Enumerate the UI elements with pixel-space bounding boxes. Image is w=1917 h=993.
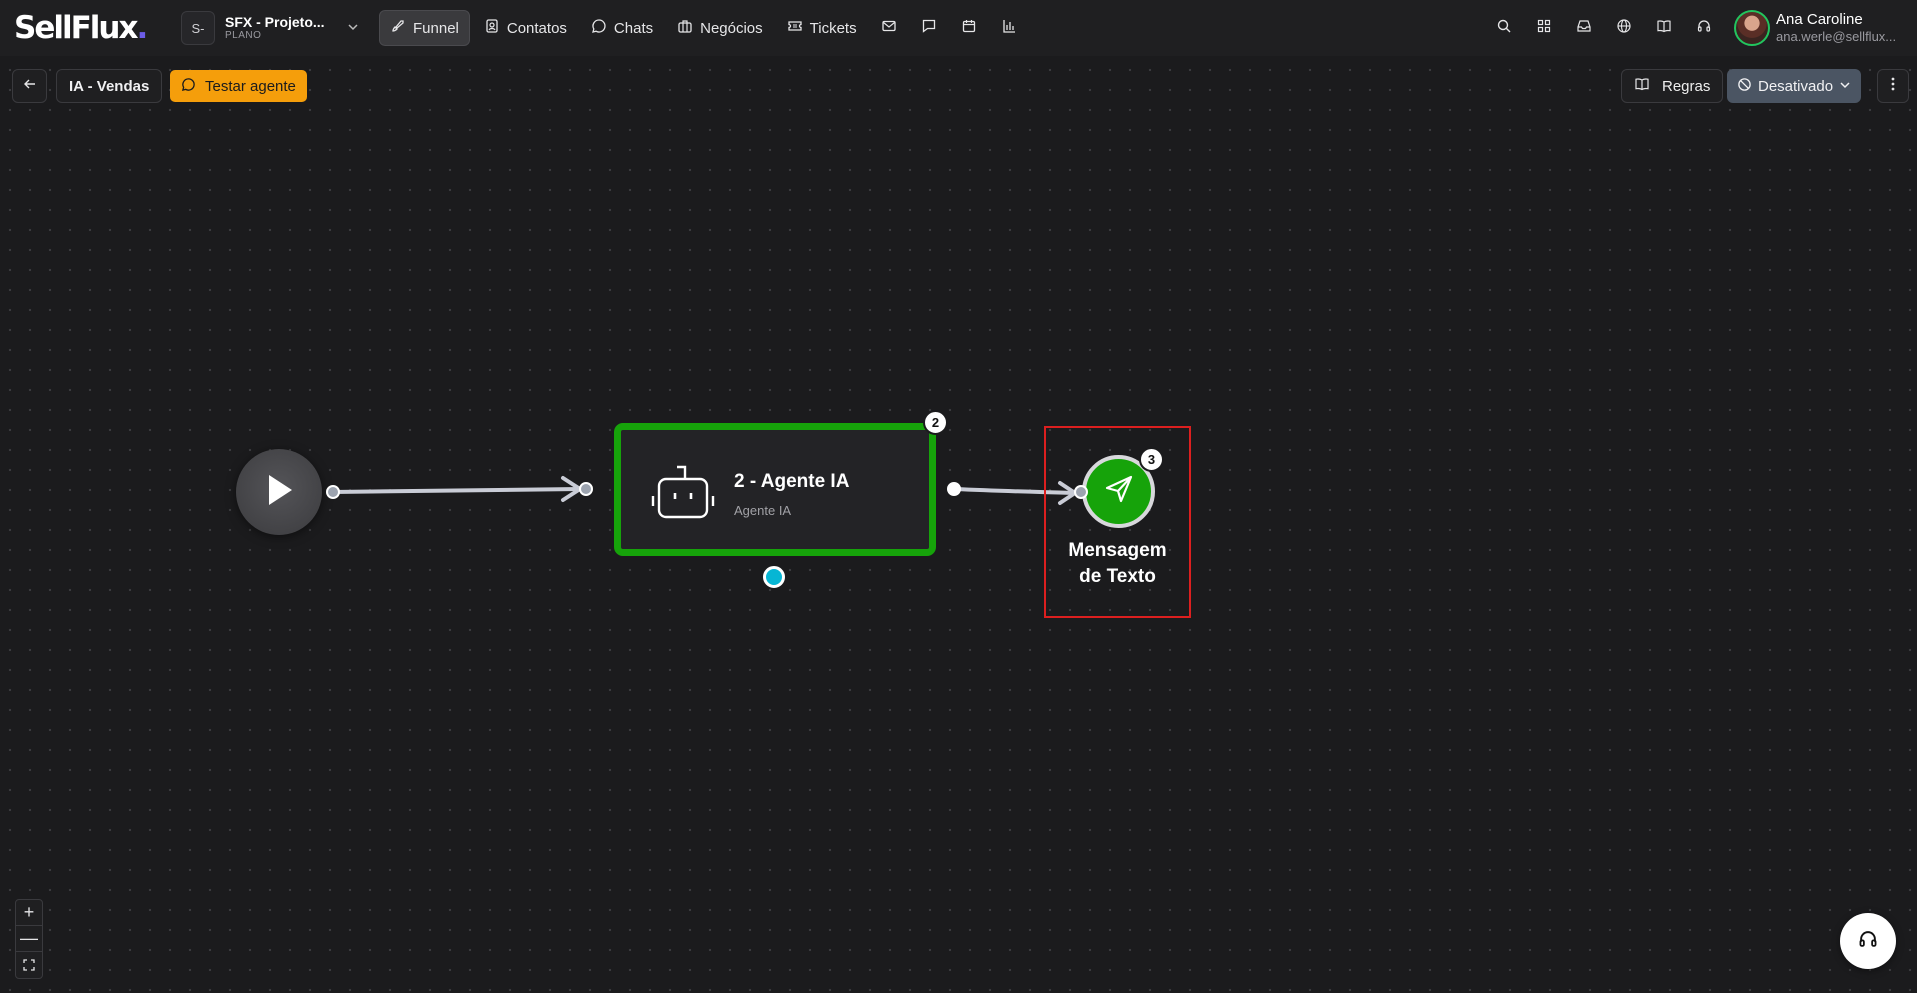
user-email: ana.werle@sellflux... <box>1776 29 1897 45</box>
nav-tickets[interactable]: Tickets <box>777 10 867 46</box>
flow-name[interactable]: IA - Vendas <box>56 69 163 103</box>
status-dropdown[interactable]: Desativado <box>1727 69 1862 103</box>
ban-icon <box>1737 77 1752 96</box>
main-nav: Funnel Contatos Chats Negócios Tickets <box>379 10 1027 46</box>
globe-icon <box>1616 18 1632 39</box>
briefcase-icon <box>677 18 693 38</box>
message-node-badge: 3 <box>1139 447 1164 472</box>
project-selector[interactable]: S- SFX - Projeto... PLANO <box>181 11 359 45</box>
nav-calendar[interactable] <box>951 10 987 46</box>
arrow-left-icon <box>23 77 37 96</box>
chevron-down-icon <box>347 21 359 36</box>
chat-bubble-icon <box>181 77 196 96</box>
bar-chart-icon <box>1001 18 1017 38</box>
search-icon <box>1496 18 1512 39</box>
agent-node-badge: 2 <box>923 410 948 435</box>
top-navigation-bar: SellFlux. S- SFX - Projeto... PLANO Funn… <box>0 0 1917 56</box>
fullscreen-icon <box>23 955 35 976</box>
project-plan: PLANO <box>225 30 262 42</box>
search-button[interactable] <box>1488 12 1520 44</box>
inbox-button[interactable] <box>1568 12 1600 44</box>
zoom-controls: + — <box>15 899 43 979</box>
project-name: SFX - Projeto... <box>225 13 325 30</box>
apps-grid-icon <box>1536 18 1552 39</box>
user-menu[interactable]: Ana Caroline ana.werle@sellflux... <box>1734 10 1896 46</box>
edge-arrow-1 <box>561 476 584 502</box>
start-output-handle[interactable] <box>326 485 340 499</box>
nav-chats[interactable]: Chats <box>581 10 663 46</box>
docs-button[interactable] <box>1648 12 1680 44</box>
inbox-icon <box>1576 18 1592 39</box>
message-input-handle[interactable] <box>1074 485 1088 499</box>
support-button-header[interactable] <box>1688 12 1720 44</box>
more-vertical-icon <box>1891 77 1895 96</box>
headset-icon <box>1857 928 1879 955</box>
agent-output-handle[interactable] <box>947 482 961 496</box>
apps-button[interactable] <box>1528 12 1560 44</box>
message-node-label: Mensagem de Texto <box>1068 540 1167 587</box>
back-button[interactable] <box>12 69 47 103</box>
nav-negocios[interactable]: Negócios <box>667 10 773 46</box>
header-actions <box>1488 12 1720 44</box>
agent-node-title: 2 - Agente IA <box>734 471 850 492</box>
rules-button[interactable]: Regras <box>1621 69 1724 103</box>
headset-icon <box>1696 18 1712 39</box>
avatar <box>1734 10 1770 46</box>
play-icon <box>263 472 295 513</box>
user-name: Ana Caroline <box>1776 11 1863 29</box>
zoom-in-button[interactable]: + <box>16 900 42 926</box>
start-node[interactable] <box>236 449 322 535</box>
agent-ia-node[interactable]: 2 - Agente IA Agente IA <box>614 423 936 556</box>
sellflux-logo[interactable]: SellFlux. <box>14 10 148 46</box>
rocket-icon <box>390 18 406 38</box>
message-square-icon <box>921 18 937 38</box>
test-agent-button[interactable]: Testar agente <box>170 70 307 102</box>
support-chat-button[interactable] <box>1840 913 1896 969</box>
chevron-down-icon <box>1839 78 1851 95</box>
robot-icon <box>651 463 715 521</box>
fit-view-button[interactable] <box>16 952 42 978</box>
calendar-icon <box>961 18 977 38</box>
agent-node-subtitle: Agente IA <box>734 503 792 518</box>
language-button[interactable] <box>1608 12 1640 44</box>
mail-icon <box>881 18 897 38</box>
nav-funnel[interactable]: Funnel <box>379 10 470 46</box>
project-badge: S- <box>181 11 215 45</box>
more-options-button[interactable] <box>1877 69 1909 103</box>
ticket-icon <box>787 18 803 38</box>
book-icon <box>1656 18 1672 39</box>
nav-messages[interactable] <box>911 10 947 46</box>
nav-reports[interactable] <box>991 10 1027 46</box>
chat-bubble-icon <box>591 18 607 38</box>
agent-bottom-handle[interactable] <box>763 566 785 588</box>
contacts-icon <box>484 18 500 38</box>
edge-start-to-agent <box>332 487 581 494</box>
send-icon <box>1103 473 1135 510</box>
agent-input-handle[interactable] <box>579 482 593 496</box>
book-open-icon <box>1634 76 1650 96</box>
nav-mail[interactable] <box>871 10 907 46</box>
nav-contatos[interactable]: Contatos <box>474 10 577 46</box>
zoom-out-button[interactable]: — <box>16 926 42 952</box>
